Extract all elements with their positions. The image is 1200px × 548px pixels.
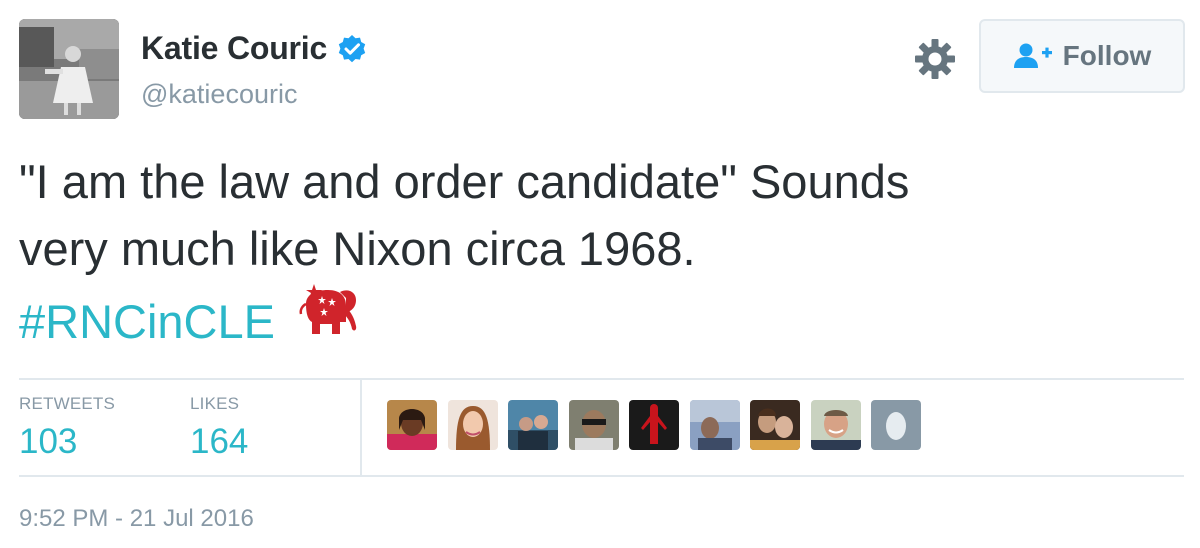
liker-avatars <box>387 400 932 450</box>
likes-label: LIKES <box>190 394 240 413</box>
liker-avatar[interactable] <box>387 400 437 450</box>
hashtag-line: #RNCinCLE <box>19 282 1179 355</box>
retweets-stat[interactable]: RETWEETS 103 <box>19 394 115 462</box>
tweet-timestamp[interactable]: 9:52 PM - 21 Jul 2016 <box>19 505 254 533</box>
display-name[interactable]: Katie Couric <box>141 30 327 67</box>
user-handle[interactable]: @katiecouric <box>141 79 297 110</box>
liker-avatar[interactable] <box>447 400 498 450</box>
liker-avatar[interactable] <box>810 400 861 450</box>
follow-button[interactable]: Follow <box>979 19 1185 93</box>
tweet-text-line-2: very much like Nixon circa 1968. <box>19 222 696 275</box>
tweet-text: "I am the law and order candidate" Sound… <box>19 148 1179 355</box>
user-name-row[interactable]: Katie Couric <box>141 30 367 67</box>
liker-avatar[interactable] <box>508 400 558 450</box>
add-user-icon <box>1013 41 1053 71</box>
likes-count: 164 <box>190 422 249 461</box>
stats-vertical-divider <box>360 380 362 475</box>
gear-icon[interactable] <box>912 36 958 82</box>
liker-avatar[interactable] <box>568 400 619 450</box>
retweets-count: 103 <box>19 422 78 461</box>
tweet-text-line-1: "I am the law and order candidate" Sound… <box>19 155 910 208</box>
stats-bottom-divider <box>19 475 1184 477</box>
avatar[interactable] <box>19 19 119 119</box>
elephant-icon <box>296 284 360 348</box>
likes-stat[interactable]: LIKES 164 <box>190 394 248 462</box>
hashtag-link[interactable]: #RNCinCLE <box>19 295 275 348</box>
liker-avatar[interactable] <box>689 400 740 450</box>
retweets-label: RETWEETS <box>19 394 116 413</box>
avatar-photo <box>19 19 119 119</box>
liker-avatar[interactable] <box>750 400 800 450</box>
follow-label: Follow <box>1062 40 1152 71</box>
liker-avatar[interactable] <box>629 400 679 450</box>
stats-top-divider <box>19 378 1184 380</box>
liker-avatar[interactable] <box>871 400 921 450</box>
verified-badge-icon <box>337 34 367 64</box>
